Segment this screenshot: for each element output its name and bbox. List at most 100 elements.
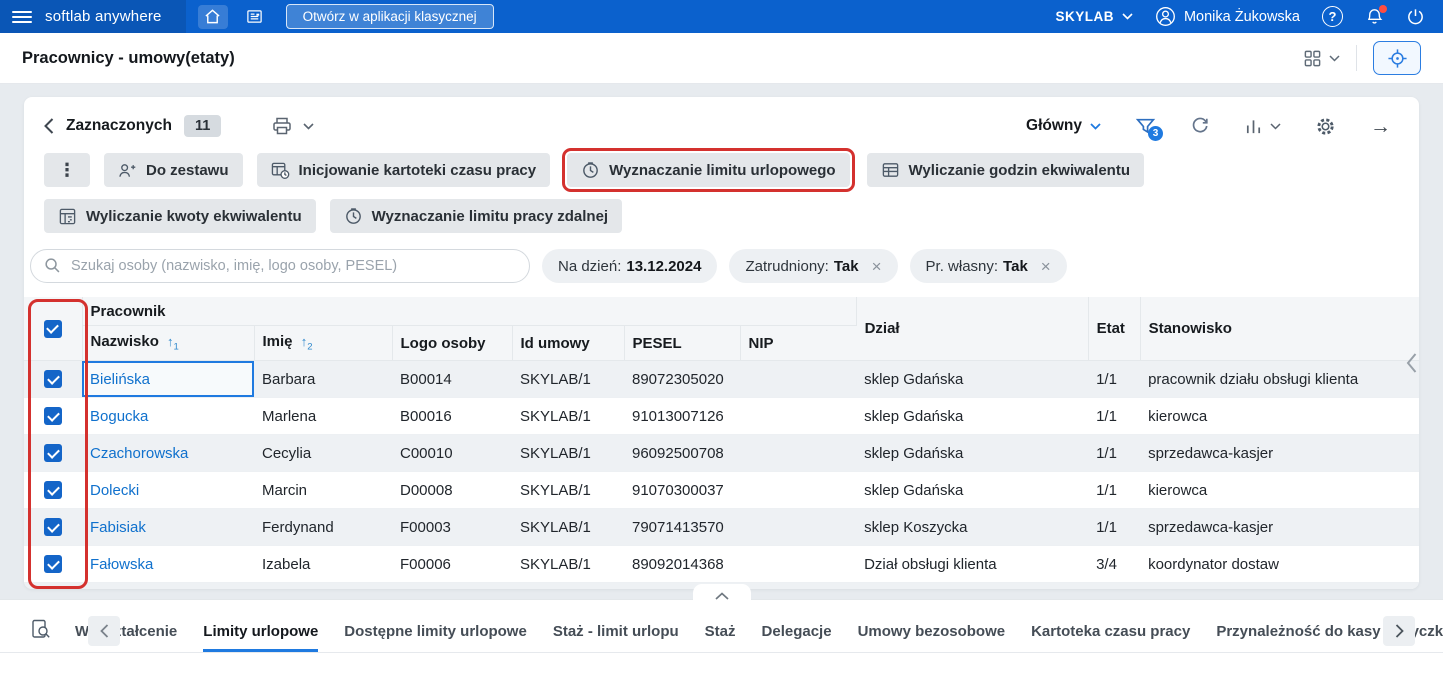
browse-details-icon[interactable] bbox=[30, 618, 52, 640]
focus-mode-button[interactable] bbox=[1373, 41, 1421, 75]
table-row[interactable]: FabisiakFerdynandF00003SKYLAB/1790714135… bbox=[24, 509, 1419, 546]
cell-imie: Hanna bbox=[254, 583, 392, 590]
column-header-pesel[interactable]: PESEL bbox=[624, 326, 740, 361]
select-all-checkbox[interactable] bbox=[44, 320, 62, 338]
company-selector[interactable]: SKYLAB bbox=[1055, 9, 1133, 24]
tab-sta[interactable]: Staż bbox=[705, 620, 736, 652]
panel-expand-bump[interactable] bbox=[693, 584, 751, 602]
column-label: Imię bbox=[263, 333, 293, 350]
layout-switcher[interactable] bbox=[1303, 49, 1340, 68]
cell-nip bbox=[740, 546, 856, 583]
chip-value: 13.12.2024 bbox=[626, 258, 701, 275]
tabs-scroll-right-icon[interactable] bbox=[1383, 616, 1415, 646]
help-icon[interactable]: ? bbox=[1322, 6, 1343, 27]
settings-gear-icon[interactable] bbox=[1315, 116, 1336, 137]
column-header-nip[interactable]: NIP bbox=[740, 326, 856, 361]
table-row[interactable]: DoleckiMarcinD00008SKYLAB/191070300037sk… bbox=[24, 472, 1419, 509]
view-selector[interactable]: Główny bbox=[1026, 117, 1101, 135]
cell-nazwisko[interactable]: Dolecki bbox=[82, 472, 254, 509]
open-classic-app-button[interactable]: Otwórz w aplikacji klasycznej bbox=[286, 4, 494, 29]
user-menu[interactable]: Monika Żukowska bbox=[1155, 6, 1300, 27]
chart-view-button[interactable] bbox=[1244, 117, 1281, 136]
actions-row-1: ⋮ Do zestawu Inicjowanie kartoteki czasu … bbox=[24, 151, 1419, 189]
row-checkbox[interactable] bbox=[44, 407, 62, 425]
tab-delegacje[interactable]: Delegacje bbox=[762, 620, 832, 652]
table-row[interactable]: BielińskaBarbaraB00014SKYLAB/18907230502… bbox=[24, 361, 1419, 398]
column-header-logo-osoby[interactable]: Logo osoby bbox=[392, 326, 512, 361]
refresh-icon[interactable] bbox=[1190, 116, 1210, 136]
action-do-zestawu[interactable]: Do zestawu bbox=[104, 153, 243, 187]
tab-limity-urlopowe[interactable]: Limity urlopowe bbox=[203, 620, 318, 652]
table-clock-icon bbox=[271, 161, 290, 180]
tab-umowy-bezosobowe[interactable]: Umowy bezosobowe bbox=[858, 620, 1006, 652]
table-row[interactable]: FałowskaIzabelaF00006SKYLAB/189092014368… bbox=[24, 546, 1419, 583]
action-wyliczanie-godzin-ekwiwalentu[interactable]: Wyliczanie godzin ekwiwalentu bbox=[867, 153, 1144, 187]
print-options-chevron-icon[interactable] bbox=[303, 123, 314, 130]
row-select-cell bbox=[24, 361, 82, 398]
cell-dzial: sklep Gdańska bbox=[856, 583, 1088, 590]
tabs-scroll-left-icon[interactable] bbox=[88, 616, 120, 646]
row-select-cell bbox=[24, 509, 82, 546]
select-all-cell bbox=[24, 297, 82, 361]
menu-icon[interactable] bbox=[12, 11, 32, 23]
cell-dzial: Dział obsługi klienta bbox=[856, 546, 1088, 583]
remove-filter-icon[interactable]: × bbox=[1041, 258, 1051, 275]
action-wyliczanie-kwoty-ekwiwalentu[interactable]: Wyliczanie kwoty ekwiwalentu bbox=[44, 199, 316, 233]
home-icon[interactable] bbox=[198, 5, 228, 29]
cell-nazwisko[interactable]: Bielińska bbox=[82, 361, 254, 398]
row-checkbox[interactable] bbox=[44, 518, 62, 536]
action-label: Do zestawu bbox=[146, 162, 229, 179]
back-chevron-icon[interactable] bbox=[44, 118, 54, 134]
column-header-stanowisko[interactable]: Stanowisko bbox=[1140, 297, 1419, 361]
notifications-icon[interactable] bbox=[1365, 7, 1384, 26]
column-header-nazwisko[interactable]: Nazwisko ↑1 bbox=[82, 326, 254, 361]
filter-chip-na-dzie[interactable]: Na dzień:13.12.2024 bbox=[542, 249, 717, 283]
tab-sta-limit-urlopu[interactable]: Staż - limit urlopu bbox=[553, 620, 679, 652]
expand-right-arrow-icon[interactable]: → bbox=[1370, 116, 1391, 137]
row-checkbox[interactable] bbox=[44, 444, 62, 462]
table-row[interactable]: CzachorowskaCecyliaC00010SKYLAB/19609250… bbox=[24, 435, 1419, 472]
action-label: Wyliczanie godzin ekwiwalentu bbox=[909, 162, 1130, 179]
filter-icon[interactable]: 3 bbox=[1135, 116, 1156, 137]
filter-chip-pr-w-asny[interactable]: Pr. własny:Tak× bbox=[910, 249, 1067, 283]
table-row[interactable]: BoguckaMarlenaB00016SKYLAB/191013007126s… bbox=[24, 398, 1419, 435]
search-input[interactable] bbox=[30, 249, 530, 283]
cell-nazwisko[interactable]: Czachorowska bbox=[82, 435, 254, 472]
action-wyznaczanie-limitu-urlopowego[interactable]: Wyznaczanie limitu urlopowego bbox=[567, 153, 849, 187]
column-header-id-umowy[interactable]: Id umowy bbox=[512, 326, 624, 361]
row-checkbox[interactable] bbox=[44, 481, 62, 499]
printer-icon[interactable] bbox=[271, 115, 293, 137]
column-label: Dział bbox=[865, 320, 900, 337]
row-checkbox[interactable] bbox=[44, 370, 62, 388]
column-header-etat[interactable]: Etat bbox=[1088, 297, 1140, 361]
tab-kartoteka-czasu-pracy[interactable]: Kartoteka czasu pracy bbox=[1031, 620, 1190, 652]
column-header-dzial[interactable]: Dział bbox=[856, 297, 1088, 361]
row-select-cell bbox=[24, 583, 82, 590]
action-inicjowanie-kartoteki-czasu-pracy[interactable]: Inicjowanie kartoteki czasu pracy bbox=[257, 153, 551, 187]
more-actions-icon[interactable]: ⋮ bbox=[44, 153, 90, 187]
search-box bbox=[30, 249, 530, 283]
cell-nazwisko[interactable]: Fałowska bbox=[82, 546, 254, 583]
cell-etat: 3/4 bbox=[1088, 546, 1140, 583]
cell-etat: 1/1 bbox=[1088, 472, 1140, 509]
action-label: Wyliczanie kwoty ekwiwalentu bbox=[86, 208, 302, 225]
row-checkbox[interactable] bbox=[44, 555, 62, 573]
filter-chip-zatrudniony[interactable]: Zatrudniony:Tak× bbox=[729, 249, 897, 283]
side-panel-collapse-icon[interactable] bbox=[1406, 352, 1417, 374]
cell-etat: 1/1 bbox=[1088, 583, 1140, 590]
selected-count-badge: 11 bbox=[184, 115, 221, 137]
remove-filter-icon[interactable]: × bbox=[872, 258, 882, 275]
column-header-imie[interactable]: Imię ↑2 bbox=[254, 326, 392, 361]
cell-nazwisko[interactable]: Bogucka bbox=[82, 398, 254, 435]
cell-pesel: 96092500708 bbox=[624, 435, 740, 472]
action-wyznaczanie-limitu-pracy-zdalnej[interactable]: Wyznaczanie limitu pracy zdalnej bbox=[330, 199, 622, 233]
chip-value: Tak bbox=[834, 258, 859, 275]
news-icon[interactable] bbox=[240, 5, 270, 29]
annotation-highlight-box: Wyznaczanie limitu urlopowego bbox=[562, 148, 854, 192]
cell-id_umowy: SKYLAB/1 bbox=[512, 361, 624, 398]
power-icon[interactable] bbox=[1406, 7, 1425, 26]
cell-nazwisko[interactable]: Fabisiak bbox=[82, 509, 254, 546]
cell-nazwisko[interactable]: Halicka bbox=[82, 583, 254, 590]
cell-etat: 1/1 bbox=[1088, 435, 1140, 472]
tab-dost-pne-limity-urlopowe[interactable]: Dostępne limity urlopowe bbox=[344, 620, 527, 652]
